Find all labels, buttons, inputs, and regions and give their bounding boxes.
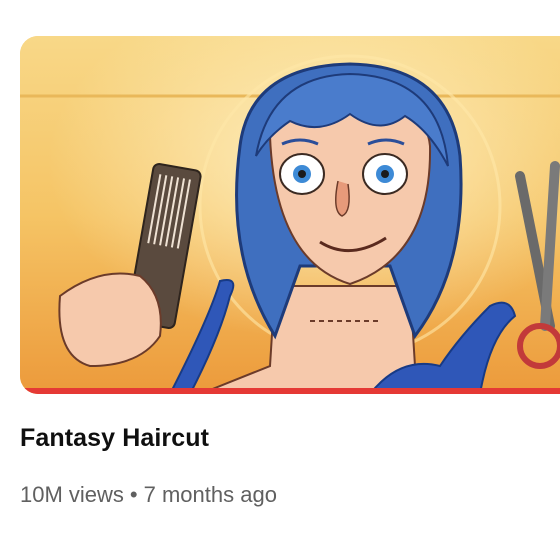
video-metadata: 10M views • 7 months ago — [20, 482, 277, 508]
thumbnail-illustration — [20, 36, 560, 394]
watch-progress-bar — [20, 388, 560, 394]
upload-age: 7 months ago — [143, 482, 277, 507]
metadata-separator: • — [129, 482, 138, 507]
video-title[interactable]: Fantasy Haircut — [20, 424, 209, 453]
video-thumbnail[interactable] — [20, 36, 560, 394]
view-count: 10M views — [20, 482, 124, 507]
video-card[interactable]: Fantasy Haircut 10M views • 7 months ago — [0, 0, 560, 560]
